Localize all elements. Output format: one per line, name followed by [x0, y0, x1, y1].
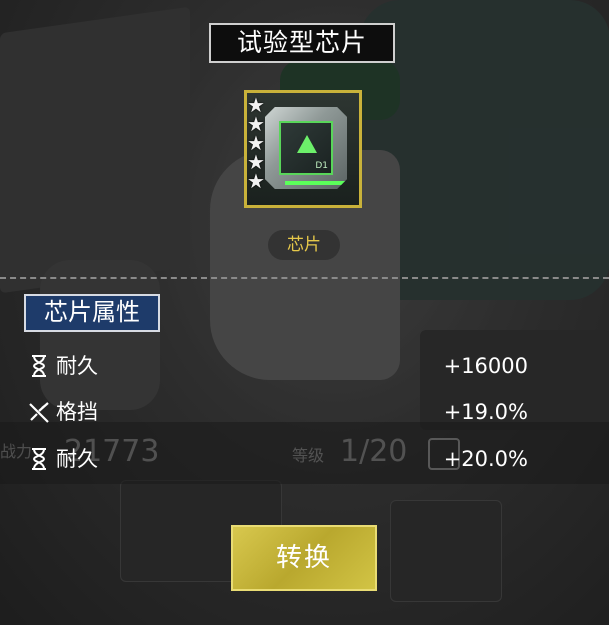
- attribute-value: +16000: [443, 354, 528, 378]
- attribute-value: +19.0%: [443, 400, 528, 424]
- block-icon: [29, 402, 49, 423]
- attribute-name: 格挡: [56, 400, 98, 424]
- dashed-divider: [0, 277, 609, 279]
- dialog-title: 试验型芯片: [209, 23, 395, 63]
- chip-icon: D1: [265, 107, 347, 189]
- attribute-name: 耐久: [56, 447, 98, 471]
- chip-code: D1: [315, 161, 328, 171]
- chip-arrow-icon: [297, 135, 317, 153]
- chip-glow: [285, 181, 345, 185]
- attribute-row: 格挡 +19.0%: [28, 397, 528, 427]
- convert-button[interactable]: 转换: [231, 525, 377, 591]
- chip-type-tag: 芯片: [268, 230, 340, 260]
- attribute-value: +20.0%: [443, 447, 528, 471]
- attribute-row: 耐久 +20.0%: [28, 444, 528, 474]
- attribute-row: 耐久 +16000: [28, 351, 528, 381]
- hourglass-icon: [32, 448, 46, 470]
- hourglass-icon: [32, 355, 46, 377]
- star-icon: ★: [247, 169, 265, 193]
- chip-item-card[interactable]: D1 ★ ★ ★ ★ ★: [244, 90, 362, 208]
- star-rating: ★ ★ ★ ★ ★: [247, 95, 273, 193]
- section-title: 芯片属性: [24, 294, 160, 332]
- chip-core: D1: [279, 121, 333, 175]
- attribute-name: 耐久: [56, 354, 98, 378]
